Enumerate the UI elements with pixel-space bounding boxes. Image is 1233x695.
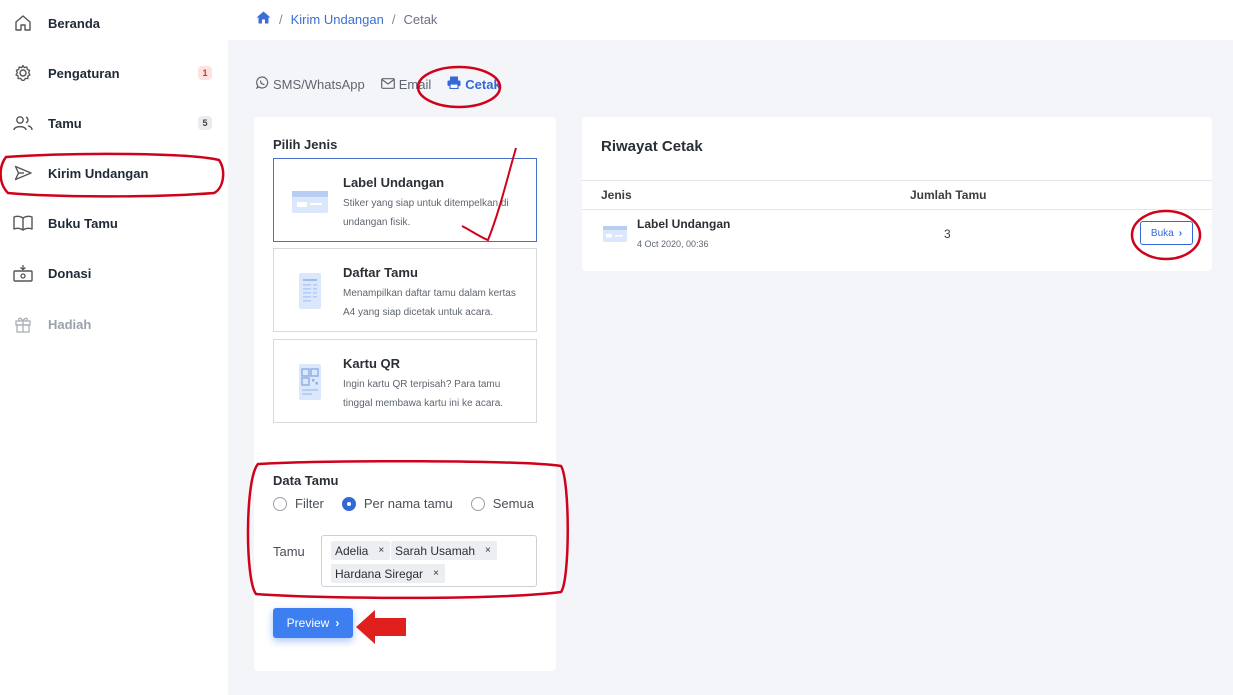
sidebar-item-beranda[interactable]: Beranda [0,8,228,38]
label-icon [602,225,628,243]
guest-tag-label: Adelia [335,543,369,558]
guest-tag: Hardana Siregar × [331,564,445,583]
column-header-jenis: Jenis [601,188,632,202]
sidebar-item-label: Kirim Undangan [48,165,149,181]
radio-circle[interactable] [341,496,356,511]
breadcrumb-separator: / [391,11,396,27]
radio-filter[interactable]: Filter [273,496,324,511]
top-bar: / Kirim Undangan / Cetak [228,0,1233,40]
preview-button-label: Preview [286,616,330,630]
sidebar-item-label: Hadiah [48,316,92,332]
tab-label: Cetak [465,76,501,92]
printer-icon [447,76,465,92]
book-icon [12,212,34,234]
qr-card-icon [290,362,330,402]
guest-tag-input[interactable]: Adelia × Sarah Usamah × Hardana Siregar … [321,535,537,587]
data-tamu-title: Data Tamu [273,473,339,488]
sidebar-item-buku-tamu[interactable]: Buku Tamu [0,208,228,238]
buka-button[interactable]: Buka › [1140,221,1193,245]
radio-circle[interactable] [273,496,287,511]
remove-tag-icon[interactable]: × [378,545,384,556]
send-method-tabs: SMS/WhatsApp Email Cetak [255,76,517,92]
tab-cetak[interactable]: Cetak [447,76,501,92]
sidebar-item-label: Beranda [48,15,101,31]
row-count: 3 [944,227,951,241]
envelope-icon [380,77,399,92]
breadcrumb: / Kirim Undangan / Cetak [256,11,437,27]
label-icon [290,181,330,221]
radio-semua[interactable]: Semua [470,496,534,511]
option-kartu-qr[interactable]: Kartu QR Ingin kartu QR terpisah? Para t… [273,339,537,423]
notification-badge: 1 [198,66,212,80]
option-description: Stiker yang siap untuk ditempelkan di un… [343,198,509,228]
sidebar-item-hadiah[interactable]: Hadiah [0,309,228,339]
tamu-field-label: Tamu [273,544,305,559]
sidebar-item-label: Tamu [48,115,82,131]
radio-label: Semua [492,496,534,511]
sidebar-item-donasi[interactable]: Donasi [0,258,228,288]
sidebar-item-kirim-undangan[interactable]: Kirim Undangan [0,158,228,188]
sidebar-item-label: Pengaturan [48,65,120,81]
row-date: 4 Oct 2020, 00:36 [637,239,709,249]
radio-circle[interactable] [470,496,485,511]
option-title: Daftar Tamu [343,265,418,280]
sidebar-item-label: Donasi [48,265,92,281]
donation-icon [12,262,34,284]
whatsapp-icon [255,76,273,92]
radio-label: Per nama tamu [363,496,453,511]
divider [582,209,1212,210]
tab-sms-whatsapp[interactable]: SMS/WhatsApp [255,76,365,92]
guest-tag-label: Sarah Usamah [395,543,476,558]
tab-email[interactable]: Email [380,76,432,92]
chevron-right-icon: › [335,616,340,630]
riwayat-cetak-card: Riwayat Cetak Jenis Jumlah Tamu Label Un… [582,117,1212,271]
divider [582,180,1212,181]
tab-label: SMS/WhatsApp [273,76,365,92]
count-badge: 5 [198,116,212,130]
guest-tag: Adelia × [331,541,391,560]
radio-per-nama-tamu[interactable]: Per nama tamu [341,496,453,511]
remove-tag-icon[interactable]: × [433,568,439,579]
option-title: Label Undangan [343,175,445,190]
option-daftar-tamu[interactable]: Daftar Tamu Menampilkan daftar tamu dala… [273,248,537,332]
sidebar-item-label: Buku Tamu [48,215,118,231]
column-header-jumlah-tamu: Jumlah Tamu [910,188,987,202]
sidebar-item-pengaturan[interactable]: Pengaturan 1 [0,58,228,88]
print-settings-card: Pilih Jenis Label Undangan Stiker yang s… [254,117,556,671]
radio-label: Filter [295,496,324,511]
data-tamu-radio-group: Filter Per nama tamu Semua [273,496,552,511]
gift-icon [12,313,34,335]
document-list-icon [290,271,330,311]
gear-icon [12,62,34,84]
sidebar-item-tamu[interactable]: Tamu 5 [0,108,228,138]
guest-tag-label: Hardana Siregar [335,566,424,581]
sidebar: Beranda Pengaturan 1 Tamu 5 Kirim Undang… [0,0,228,695]
breadcrumb-kirim-undangan[interactable]: Kirim Undangan [291,12,384,27]
option-description: Menampilkan daftar tamu dalam kertas A4 … [343,288,516,318]
preview-button[interactable]: Preview › [273,608,353,638]
remove-tag-icon[interactable]: × [485,545,491,556]
row-name: Label Undangan [637,217,731,231]
riwayat-cetak-title: Riwayat Cetak [601,138,703,155]
breadcrumb-current: Cetak [403,11,438,27]
pilih-jenis-title: Pilih Jenis [273,137,338,152]
tab-label: Email [398,76,432,92]
users-icon [12,112,34,134]
buka-button-label: Buka [1150,227,1174,239]
home-icon[interactable] [256,11,271,27]
breadcrumb-separator: / [279,11,283,27]
option-label-undangan[interactable]: Label Undangan Stiker yang siap untuk di… [273,158,537,242]
guest-tag: Sarah Usamah × [391,541,497,560]
option-title: Kartu QR [343,356,401,371]
send-icon [12,162,34,184]
home-icon [12,12,34,34]
option-description: Ingin kartu QR terpisah? Para tamu tingg… [343,379,504,409]
chevron-right-icon: › [1178,227,1183,239]
